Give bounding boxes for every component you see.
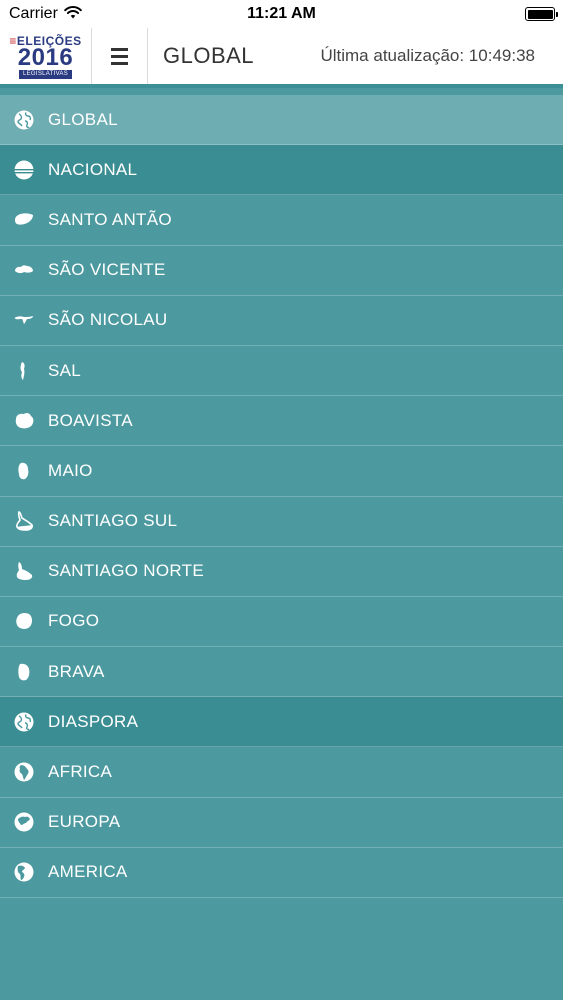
globe-icon — [13, 711, 35, 733]
wifi-icon — [64, 5, 82, 24]
island-boavista-icon — [13, 410, 35, 432]
status-left: Carrier — [9, 5, 82, 24]
hamburger-icon — [111, 47, 128, 65]
region-label: DIASPORA — [48, 711, 139, 731]
region-label: GLOBAL — [48, 109, 118, 129]
carrier-label: Carrier — [9, 5, 58, 22]
status-bar: Carrier 11:21 AM — [0, 0, 563, 28]
flag-icon — [13, 159, 35, 181]
region-item-santiago-norte[interactable]: SANTIAGO NORTE — [0, 546, 563, 597]
island-santo-antao-icon — [13, 209, 35, 231]
logo-year: 2016 — [17, 44, 74, 71]
globe-icon — [13, 109, 35, 131]
region-label: FOGO — [48, 611, 100, 631]
region-item-sal[interactable]: SAL — [0, 345, 563, 397]
region-item-africa[interactable]: AFRICA — [0, 747, 563, 798]
island-fogo-icon — [13, 610, 35, 632]
region-item-boavista[interactable]: BOAVISTA — [0, 396, 563, 447]
battery-icon — [525, 7, 558, 21]
region-item-nacional[interactable]: NACIONAL — [0, 145, 563, 196]
region-label: NACIONAL — [48, 159, 138, 179]
region-item-brava[interactable]: BRAVA — [0, 647, 563, 698]
region-item-global[interactable]: GLOBAL — [0, 95, 563, 146]
region-label: AFRICA — [48, 762, 113, 782]
app-header: ≡ELEIÇÕES 2016 LEGISLATIVAS GLOBAL Últim… — [0, 28, 563, 88]
region-label: SÃO VICENTE — [48, 260, 166, 280]
page-title: GLOBAL — [163, 43, 255, 68]
region-item-santo-antao[interactable]: SANTO ANTÃO — [0, 195, 563, 246]
last-update-label: Última atualização: 10:49:38 — [320, 46, 535, 65]
region-label: SANTO ANTÃO — [48, 209, 172, 229]
globe-europe-icon — [13, 811, 35, 833]
region-item-america[interactable]: AMERICA — [0, 847, 563, 898]
region-item-diaspora[interactable]: DIASPORA — [0, 697, 563, 748]
region-label: BRAVA — [48, 661, 105, 681]
menu-button[interactable] — [92, 28, 148, 84]
region-label: SÃO NICOLAU — [48, 310, 168, 330]
island-santiago-sul-icon — [13, 510, 35, 532]
region-item-maio[interactable]: MAIO — [0, 446, 563, 497]
logo-subtitle: LEGISLATIVAS — [18, 70, 73, 79]
region-label: MAIO — [48, 460, 93, 480]
region-label: SANTIAGO NORTE — [48, 561, 204, 581]
region-item-europa[interactable]: EUROPA — [0, 797, 563, 848]
island-brava-icon — [13, 661, 35, 683]
island-maio-icon — [13, 460, 35, 482]
island-sal-icon — [13, 360, 35, 382]
region-item-fogo[interactable]: FOGO — [0, 596, 563, 648]
region-label: BOAVISTA — [48, 410, 133, 430]
region-label: SANTIAGO SUL — [48, 511, 178, 531]
region-label: AMERICA — [48, 862, 128, 882]
island-sao-vicente-icon — [13, 259, 35, 281]
status-time: 11:21 AM — [247, 5, 316, 22]
region-item-sao-nicolau[interactable]: SÃO NICOLAU — [0, 295, 563, 346]
globe-america-icon — [13, 861, 35, 883]
region-list: GLOBAL NACIONAL SANTO ANTÃO SÃO VICENTE … — [0, 95, 563, 898]
region-label: EUROPA — [48, 812, 121, 832]
region-item-sao-vicente[interactable]: SÃO VICENTE — [0, 245, 563, 296]
island-santiago-norte-icon — [13, 560, 35, 582]
globe-africa-icon — [13, 761, 35, 783]
island-sao-nicolau-icon — [13, 309, 35, 331]
region-item-santiago-sul[interactable]: SANTIAGO SUL — [0, 496, 563, 547]
region-label: SAL — [48, 360, 82, 380]
app-logo: ≡ELEIÇÕES 2016 LEGISLATIVAS — [0, 28, 92, 84]
